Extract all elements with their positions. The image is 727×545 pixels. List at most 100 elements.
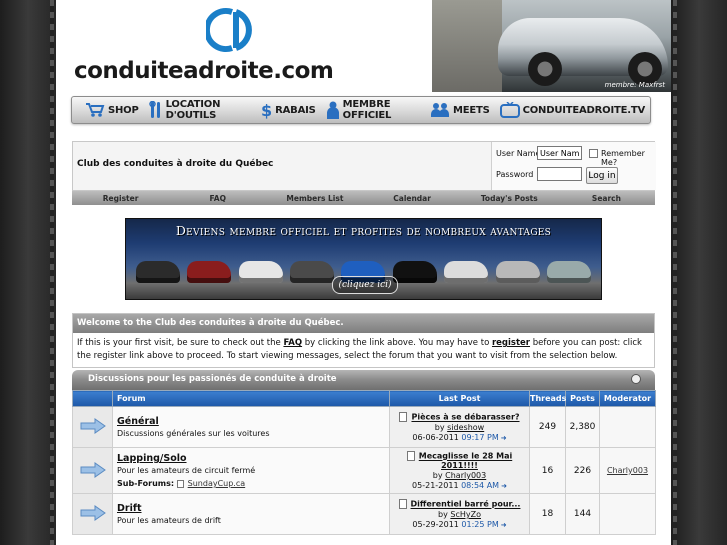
go-to-last-post-icon[interactable]: ➜ [501,521,507,529]
thread-icon [398,499,407,509]
category-title[interactable]: Discussions pour les passionés de condui… [88,374,337,384]
welcome-text: If this is your first visit, be sure to … [73,333,654,367]
forum-description: Pour les amateurs de drift [117,516,221,525]
nav-rabais-label: RABAIS [275,104,316,116]
header-forum: Forum [112,390,390,407]
forum-table: Forum Last Post Threads Posts Moderator … [72,390,656,535]
nav-membre-officiel-label: MEMBRE OFFICIEL [342,99,392,121]
moderator-link[interactable]: Charly003 [607,466,648,475]
remember-me-checkbox[interactable] [589,149,598,158]
nav-rabais[interactable]: $ RABAIS [255,97,321,123]
forum-link[interactable]: Lapping/Solo [117,453,385,464]
last-post-cell: Mecaglisse le 28 Mai 2011!!!! by Charly0… [389,447,530,494]
last-post-time: 01:25 PM [461,520,499,529]
last-post-time: 08:54 AM [461,481,500,490]
welcome-heading: Welcome to the Club des conduites à droi… [73,314,654,333]
cd-logo-icon[interactable] [206,6,262,54]
welcome-text-part: by clicking the link above. You may have… [302,338,492,348]
link-faq[interactable]: FAQ [169,194,266,203]
right-side-decoration [671,0,727,545]
forum-cell: Drift Pour les amateurs de drift [112,493,390,535]
password-label: Password [496,170,534,179]
header-moderator: Moderator [599,390,656,407]
last-post-user[interactable]: Charly003 [445,471,486,480]
banner-cta[interactable]: (cliquez ici) [332,276,398,294]
last-post-date: 05-29-2011 [412,520,459,529]
login-button[interactable]: Log in [586,167,618,184]
welcome-box: Welcome to the Club des conduites à droi… [72,313,655,368]
moderator-cell [599,406,656,448]
subforum-icon [176,479,184,488]
nav-membre-officiel[interactable]: MEMBRE OFFICIEL [321,97,425,123]
username-input[interactable] [537,146,582,160]
collapse-icon[interactable] [631,374,641,384]
last-post-by: by [432,471,446,480]
nav-shop[interactable]: SHOP [80,97,144,123]
category-header: Discussions pour les passionés de condui… [72,370,655,390]
forum-cell: Lapping/Solo Pour les amateurs de circui… [112,447,390,494]
forum-description: Discussions générales sur les voitures [117,429,270,438]
moderator-cell [599,493,656,535]
nav-shop-label: SHOP [108,104,139,116]
posts-count: 144 [565,493,600,535]
login-form: User Name Remember Me? Password Log in [491,142,656,190]
forum-status-cell [72,493,113,535]
last-post-date: 06-06-2011 [412,433,459,442]
nav-meets-label: MEETS [452,104,490,116]
thread-icon [406,451,415,461]
tools-icon [148,101,160,118]
last-post-time: 09:17 PM [461,433,499,442]
password-input[interactable] [537,167,582,181]
club-title[interactable]: Club des conduites à droite du Québec [77,159,273,169]
site-header: conduiteadroite.com membre: Maxfrst [56,0,671,92]
member-icon [326,101,339,119]
link-bar: Register FAQ Members List Calendar Today… [72,191,655,205]
last-post-user[interactable]: sideshow [447,423,484,432]
header-posts: Posts [565,390,600,407]
left-side-decoration [0,0,56,545]
cart-icon [86,103,105,117]
register-link[interactable]: register [492,338,530,348]
last-post-title[interactable]: Pièces à se débarasser? [411,413,519,422]
link-search[interactable]: Search [558,194,655,203]
go-to-last-post-icon[interactable]: ➜ [501,482,507,490]
table-row: Drift Pour les amateurs de drift Differe… [72,493,656,535]
tv-icon [499,102,520,118]
forum-status-cell [72,406,113,448]
membership-banner[interactable]: Deviens membre officiel et profites de n… [125,218,602,300]
last-post-cell: Differentiel barré pour... by ScHyZo 05-… [389,493,530,535]
last-post-user[interactable]: ScHyZo [450,510,481,519]
thread-icon [399,412,408,422]
table-row: Lapping/Solo Pour les amateurs de circui… [72,447,656,494]
arrow-right-icon [80,505,106,521]
club-login-panel: Club des conduites à droite du Québec Us… [72,141,656,191]
header-car-photo: membre: Maxfrst [432,0,671,92]
welcome-text-part: If this is your first visit, be sure to … [77,338,284,348]
posts-count: 226 [565,447,600,494]
arrow-right-icon [80,461,106,478]
last-post-title[interactable]: Mecaglisse le 28 Mai 2011!!!! [419,452,512,471]
link-members-list[interactable]: Members List [266,194,363,203]
logo-text[interactable]: conduiteadroite.com [74,58,334,84]
forum-cell: Général Discussions générales sur les vo… [112,406,390,448]
photo-credit: membre: Maxfrst [604,81,665,89]
nav-location-outils[interactable]: LOCATION D'OUTILS [144,97,256,123]
subforum-link[interactable]: SundayCup.ca [188,479,246,488]
link-todays-posts[interactable]: Today's Posts [461,194,558,203]
link-calendar[interactable]: Calendar [364,194,461,203]
link-register[interactable]: Register [72,194,169,203]
last-post-by: by [434,423,448,432]
moderator-cell: Charly003 [599,447,656,494]
remember-me-label: Remember Me? [601,149,645,167]
last-post-by: by [438,510,451,519]
header-threads: Threads [529,390,566,407]
nav-meets[interactable]: MEETS [425,97,495,123]
nav-conduiteadroite-tv[interactable]: CONDUITEADROITE.TV [495,97,650,123]
forum-link[interactable]: Drift [117,503,385,514]
forum-link[interactable]: Général [117,416,385,427]
faq-link[interactable]: FAQ [283,338,302,348]
header-last-post: Last Post [389,390,530,407]
go-to-last-post-icon[interactable]: ➜ [501,434,507,442]
forum-status-cell [72,447,113,494]
last-post-title[interactable]: Differentiel barré pour... [411,500,521,509]
